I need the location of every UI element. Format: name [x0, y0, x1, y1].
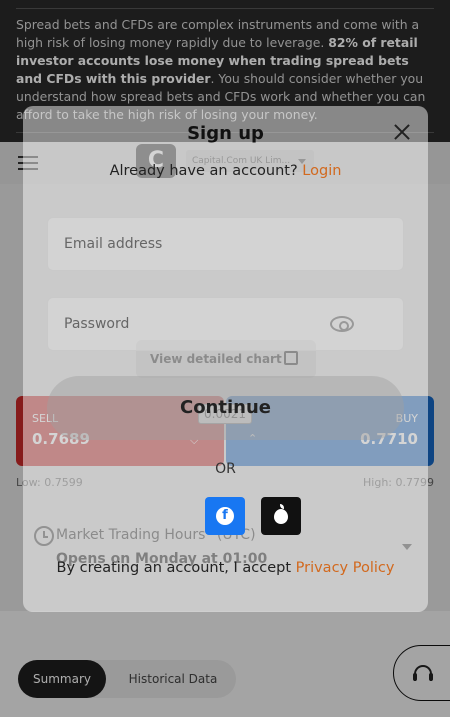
facebook-signin-button[interactable]: f — [205, 497, 245, 535]
login-prompt: Already have an account? Login — [23, 163, 428, 179]
or-divider: OR — [215, 461, 236, 477]
email-field[interactable] — [47, 217, 404, 271]
modal-title: Sign up — [187, 123, 264, 144]
terms-prefix: By creating an account, I accept — [56, 560, 292, 576]
close-icon[interactable] — [394, 124, 410, 140]
apple-icon — [274, 504, 288, 524]
facebook-icon: f — [216, 507, 234, 525]
login-link[interactable]: Login — [302, 163, 341, 179]
terms-text: By creating an account, I accept Privacy… — [23, 560, 428, 576]
login-prompt-text: Already have an account? — [109, 163, 298, 179]
continue-button[interactable]: Continue — [47, 376, 404, 440]
apple-signin-button[interactable] — [261, 497, 301, 535]
eye-icon[interactable] — [330, 316, 354, 332]
signup-modal: Sign up Already have an account? Login C… — [23, 106, 428, 612]
privacy-policy-link[interactable]: Privacy Policy — [296, 560, 395, 576]
